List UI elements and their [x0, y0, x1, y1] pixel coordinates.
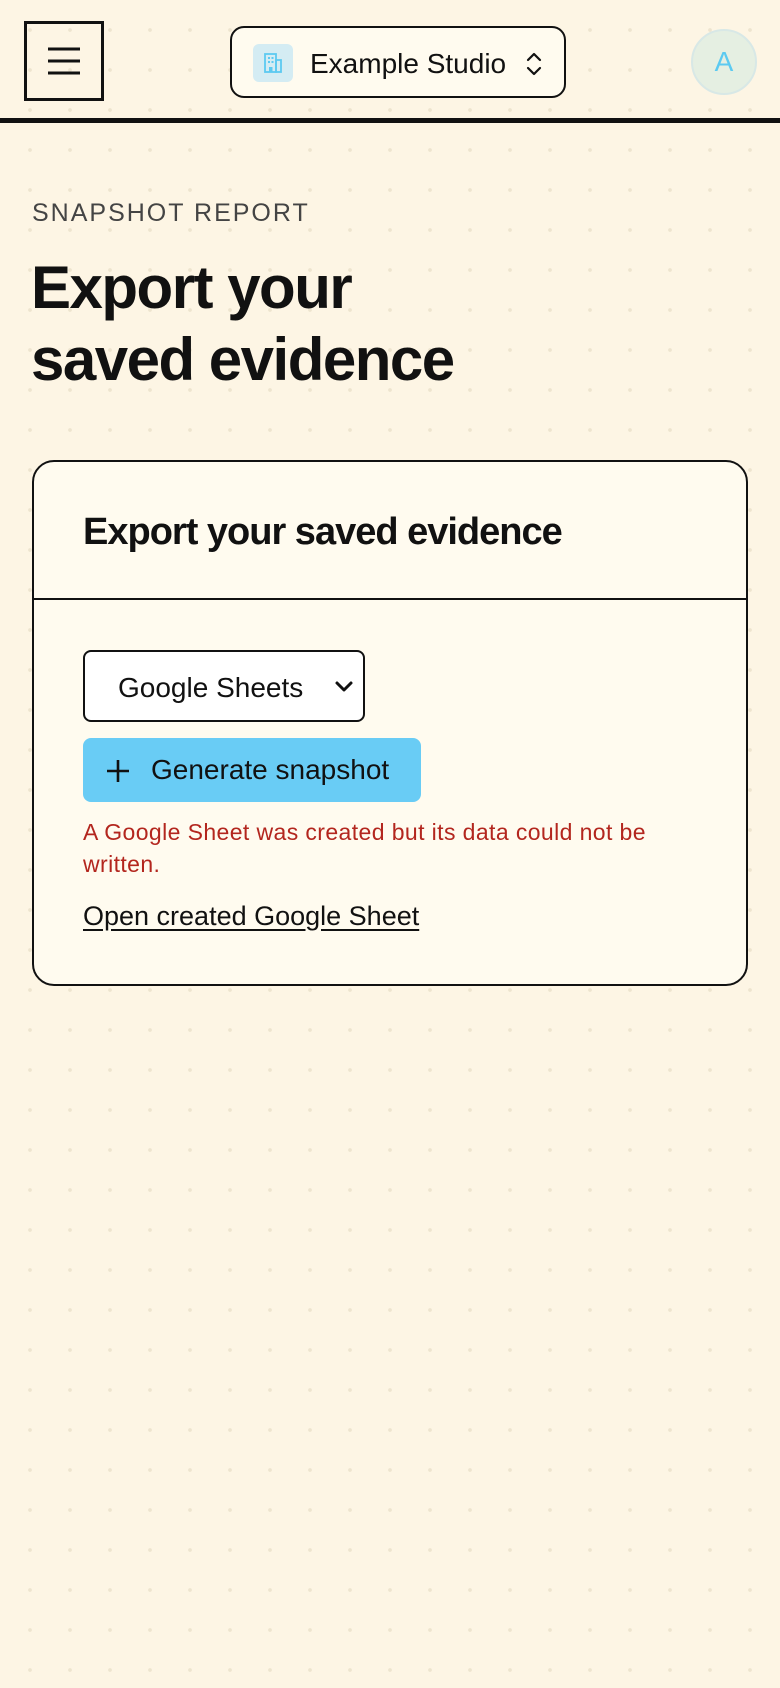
top-app-bar: Example Studio A: [0, 0, 780, 123]
page-eyebrow: SNAPSHOT REPORT: [32, 199, 310, 227]
menu-button[interactable]: [24, 21, 104, 101]
workspace-name: Example Studio: [310, 48, 507, 79]
user-avatar[interactable]: A: [691, 29, 757, 95]
workspace-logo: [253, 44, 293, 82]
page-title-line-2: saved evidence: [31, 326, 455, 393]
hamburger-menu-icon: [48, 47, 80, 75]
building-icon: [264, 53, 282, 73]
error-message: A Google Sheet was created but its data …: [83, 819, 646, 877]
page-title: Export your saved evidence: [31, 252, 731, 396]
export-card-title: Export your saved evidence: [83, 511, 563, 553]
export-card: Export your saved evidence Google Sheets…: [32, 460, 748, 986]
workspace-switcher[interactable]: Example Studio: [230, 26, 566, 98]
workspace-switch-icon: [522, 48, 546, 80]
export-format-select[interactable]: Google Sheets: [83, 650, 365, 722]
plus-icon: [107, 760, 129, 782]
page-title-line-1: Export your: [31, 254, 353, 321]
export-card-header: Export your saved evidence: [34, 462, 746, 600]
export-format-value: Google Sheets: [118, 672, 304, 703]
chevron-down-icon: [335, 681, 353, 692]
generate-snapshot-label: Generate snapshot: [151, 754, 390, 785]
open-google-sheet-link[interactable]: Open created Google Sheet: [83, 899, 419, 933]
chevron-up-down-icon: [526, 52, 542, 76]
generate-snapshot-button[interactable]: Generate snapshot: [83, 738, 421, 802]
